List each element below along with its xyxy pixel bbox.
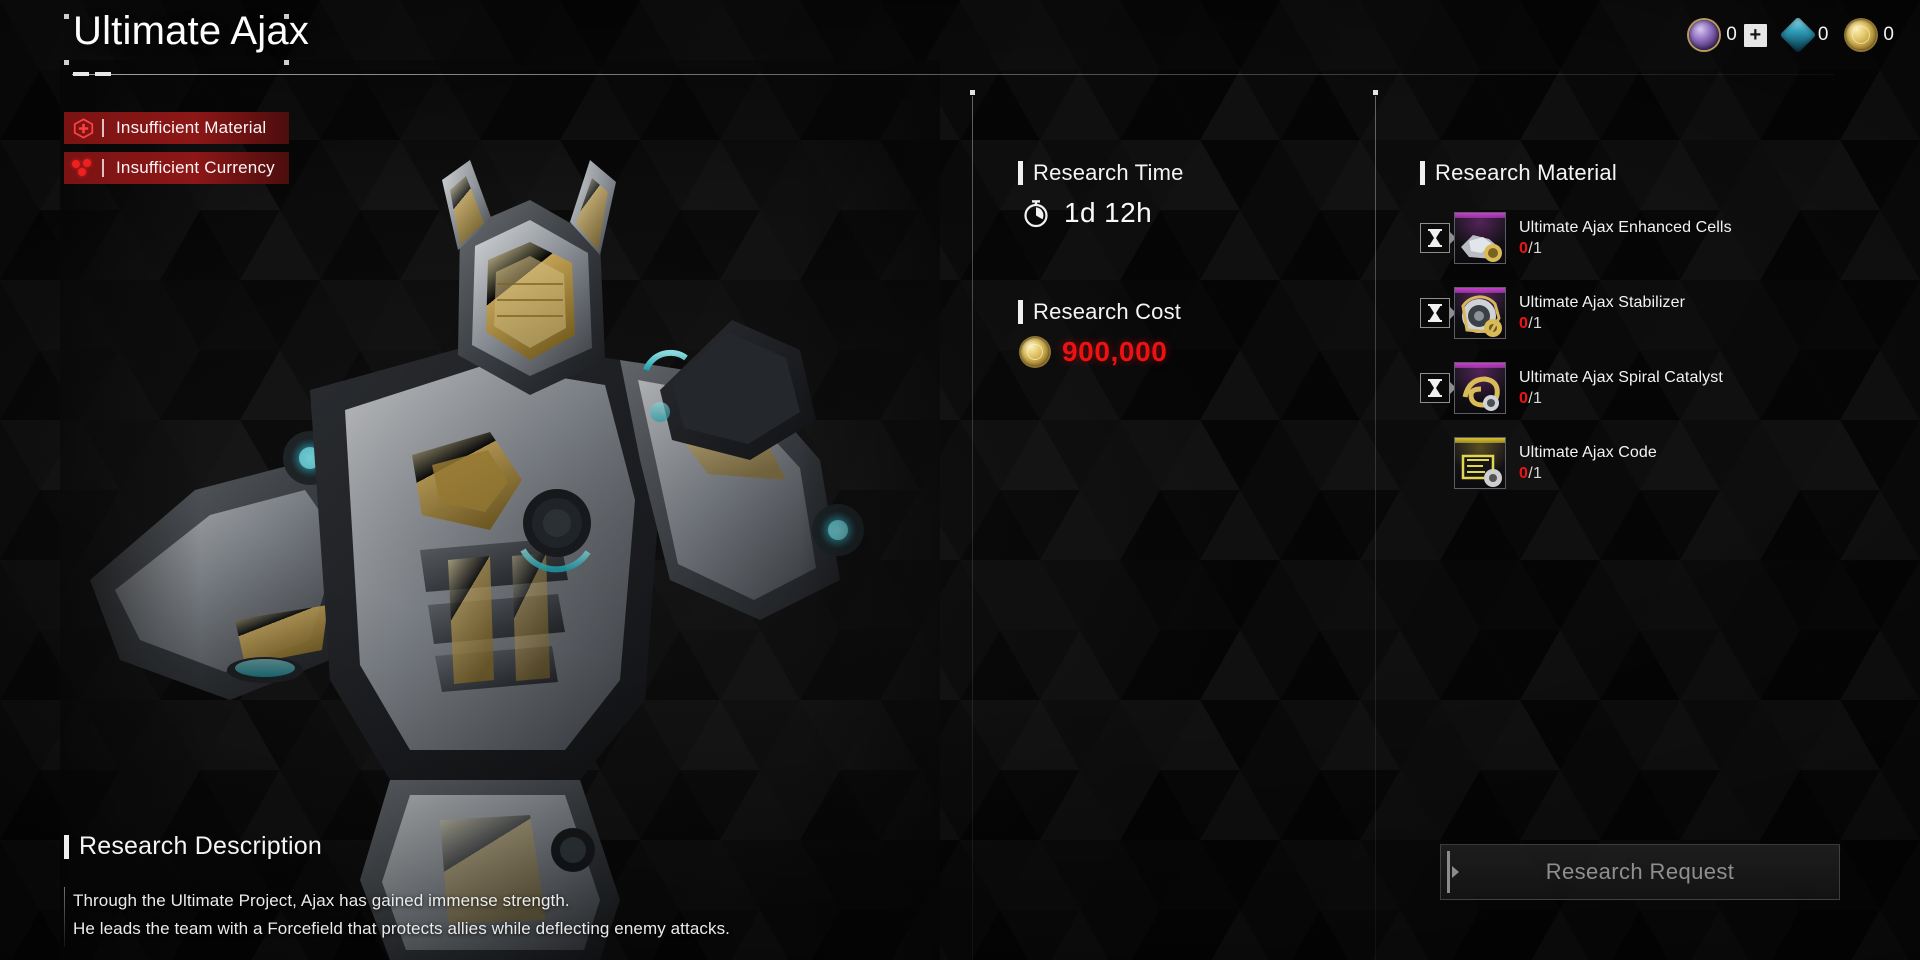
- material-required: 1: [1532, 389, 1543, 407]
- currency-crystal[interactable]: 0: [1779, 16, 1829, 54]
- warning-label: Insufficient Currency: [116, 158, 275, 177]
- title-corner-marker: [64, 14, 69, 19]
- material-meta: Ultimate Ajax Enhanced Cells 0/1: [1519, 219, 1732, 258]
- header-dash-accent: [73, 72, 89, 76]
- header-divider: [72, 74, 1834, 75]
- research-description-panel: Research Description Through the Ultimat…: [64, 832, 964, 947]
- description-line: He leads the team with a Forcefield that…: [73, 919, 731, 938]
- title-corner-marker: [64, 60, 69, 65]
- title-corner-marker: [284, 60, 289, 65]
- section-accent-bar: [1420, 161, 1425, 185]
- material-required: 1: [1532, 314, 1543, 332]
- section-accent-bar: [1018, 300, 1023, 324]
- red-dots-icon: [64, 159, 102, 177]
- section-accent-bar: [1018, 161, 1023, 185]
- research-cost-value: 900,000: [1062, 336, 1168, 367]
- material-meta: Ultimate Ajax Stabilizer 0/1: [1519, 294, 1685, 333]
- material-name: Ultimate Ajax Code: [1519, 443, 1657, 461]
- research-request-label: Research Request: [1545, 859, 1735, 884]
- material-count: 0/1: [1519, 315, 1685, 333]
- research-time-value: 1d 12h: [1064, 197, 1153, 228]
- description-line: Through the Ultimate Project, Ajax has g…: [73, 891, 570, 910]
- material-name: Ultimate Ajax Stabilizer: [1519, 293, 1686, 311]
- material-owned: 0: [1519, 314, 1529, 332]
- material-count: 0/1: [1519, 465, 1657, 483]
- panel-divider-right: [1373, 90, 1378, 960]
- research-cost-block: Research Cost 900,000: [1018, 299, 1348, 368]
- currency-gold[interactable]: 0: [1846, 20, 1894, 50]
- currency-value: 0: [1817, 24, 1829, 45]
- material-owned: 0: [1519, 389, 1529, 407]
- material-name: Ultimate Ajax Spiral Catalyst: [1519, 368, 1723, 386]
- material-required: 1: [1532, 464, 1543, 482]
- material-list: Ultimate Ajax Enhanced Cells 0/1 Ultimate …: [1420, 210, 1880, 491]
- material-count: 0/1: [1519, 390, 1723, 408]
- material-icon: [1454, 437, 1506, 489]
- header-dash-accent: [95, 72, 111, 76]
- section-accent-bar: [64, 834, 69, 859]
- blue-gem-icon: [1779, 16, 1817, 54]
- warning-insufficient-currency: Insufficient Currency: [64, 152, 289, 184]
- material-count: 0/1: [1519, 240, 1732, 258]
- hourglass-icon: [1420, 298, 1450, 328]
- currency-value: 0: [1883, 24, 1894, 45]
- header: Ultimate Ajax 0 + 0 0: [0, 0, 1920, 90]
- research-screen: Ultimate Ajax 0 + 0 0 Insufficient Mater…: [0, 0, 1920, 960]
- badge-separator: [102, 119, 104, 137]
- warning-label: Insufficient Material: [116, 118, 267, 137]
- material-row[interactable]: Ultimate Ajax Spiral Catalyst 0/1: [1420, 360, 1880, 416]
- research-material-panel: Research Material Ultimate Ajax Enhanced…: [1420, 160, 1880, 491]
- material-row[interactable]: Ultimate Ajax Enhanced Cells 0/1: [1420, 210, 1880, 266]
- research-cost-heading: Research Cost: [1033, 299, 1182, 324]
- material-row[interactable]: Ultimate Ajax Code 0/1: [1420, 435, 1880, 491]
- material-icon: [1454, 362, 1506, 414]
- hourglass-icon: [1420, 373, 1450, 403]
- warning-insufficient-material: Insufficient Material: [64, 112, 289, 144]
- research-info-panel: Research Time 1d 12h Research Cost 900,0…: [1018, 160, 1348, 368]
- research-description-heading: Research Description: [79, 832, 322, 860]
- currency-caliber[interactable]: 0 +: [1689, 20, 1767, 50]
- hourglass-icon: [1420, 223, 1450, 253]
- badge-separator: [102, 159, 104, 177]
- rarity-bar: [1455, 438, 1505, 443]
- rarity-bar: [1455, 213, 1505, 218]
- material-icon: [1454, 287, 1506, 339]
- material-row[interactable]: Ultimate Ajax Stabilizer 0/1: [1420, 285, 1880, 341]
- research-time-block: Research Time 1d 12h: [1018, 160, 1348, 229]
- rarity-bar: [1455, 363, 1505, 368]
- page-title: Ultimate Ajax: [73, 9, 310, 53]
- stopwatch-icon: [1021, 198, 1051, 228]
- material-owned: 0: [1519, 464, 1529, 482]
- gold-coin-icon: [1846, 20, 1877, 50]
- material-icon: [1454, 212, 1506, 264]
- research-description-text: Through the Ultimate Project, Ajax has g…: [64, 887, 964, 947]
- material-name: Ultimate Ajax Enhanced Cells: [1519, 218, 1732, 236]
- material-required: 1: [1532, 239, 1543, 257]
- button-accent-bar: [1447, 851, 1450, 893]
- rarity-bar: [1455, 288, 1505, 293]
- panel-divider-left: [970, 90, 975, 960]
- character-render: [60, 60, 940, 960]
- purple-orb-icon: [1689, 20, 1720, 50]
- warning-badges: Insufficient Material Insufficient Curre…: [64, 112, 289, 184]
- chevron-right-icon: [1452, 866, 1459, 878]
- research-time-heading: Research Time: [1033, 160, 1184, 185]
- gold-coin-icon: [1021, 338, 1049, 366]
- currency-value: 0: [1726, 24, 1737, 45]
- add-currency-button[interactable]: +: [1743, 23, 1767, 47]
- research-request-button[interactable]: Research Request: [1440, 844, 1840, 900]
- material-meta: Ultimate Ajax Code 0/1: [1519, 444, 1657, 483]
- hex-plus-icon: [64, 117, 102, 139]
- currency-bar: 0 + 0 0: [1689, 16, 1894, 54]
- research-material-heading: Research Material: [1435, 160, 1617, 185]
- material-meta: Ultimate Ajax Spiral Catalyst 0/1: [1519, 369, 1723, 408]
- material-owned: 0: [1519, 239, 1529, 257]
